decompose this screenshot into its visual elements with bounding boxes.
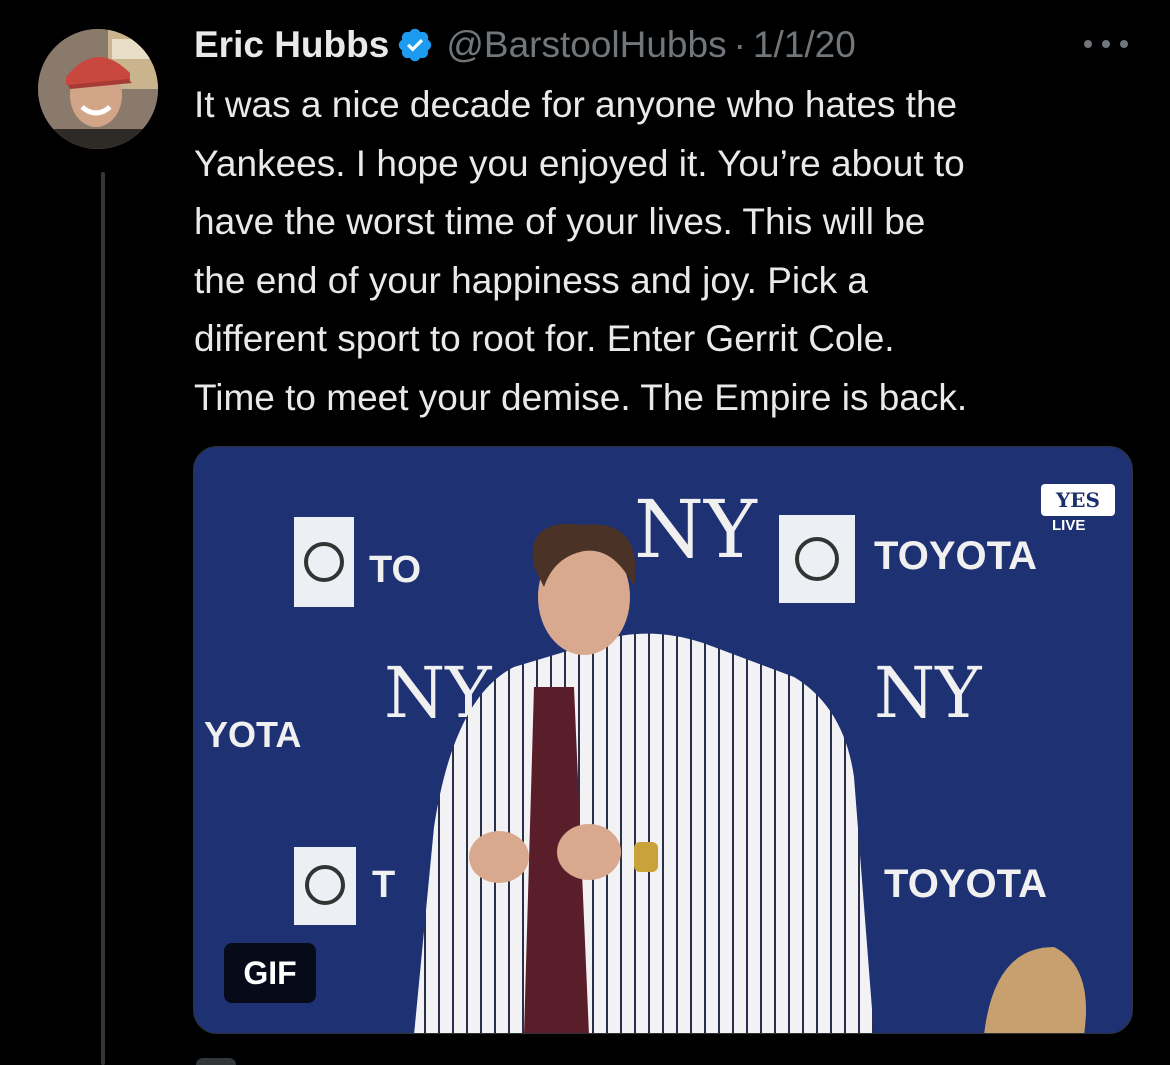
- action-bar-hint: [196, 1058, 236, 1065]
- more-icon[interactable]: [1084, 36, 1128, 52]
- tweet-text-line: different sport to root for. Enter Gerri…: [194, 318, 895, 359]
- gif-media[interactable]: TO TOYOTA YOTA TOYOTA T NY NY NY YES LIV…: [193, 446, 1133, 1034]
- team-logo-icon: NY: [874, 652, 982, 734]
- display-name[interactable]: Eric Hubbs: [194, 24, 389, 66]
- gif-frame: TO TOYOTA YOTA TOYOTA T NY NY NY: [194, 447, 1132, 1033]
- backdrop-sponsor-text: TO: [369, 549, 421, 591]
- tweet-header: Eric Hubbs @BarstoolHubbs · 1/1/20: [194, 21, 856, 69]
- backdrop-sponsor-text: TOYOTA: [884, 862, 1047, 906]
- avatar[interactable]: [38, 29, 158, 149]
- tweet-text-line: have the worst time of your lives. This …: [194, 201, 926, 242]
- separator-dot: ·: [733, 24, 746, 65]
- live-indicator: LIVE: [1052, 517, 1086, 534]
- handle[interactable]: @BarstoolHubbs: [446, 24, 726, 66]
- backdrop-sponsor-text: TOYOTA: [874, 534, 1037, 578]
- backdrop-sponsor-text: T: [372, 864, 395, 906]
- tweet-text-line: the end of your happiness and joy. Pick …: [194, 259, 868, 301]
- tweet-text-line: Time to meet your demise. The Empire is …: [194, 376, 968, 418]
- gif-badge: GIF: [224, 943, 316, 1003]
- tweet-text-line: It was a nice decade for anyone who hate…: [194, 84, 958, 125]
- tweet-text: It was a nice decade for anyone who hate…: [194, 76, 1154, 427]
- broadcaster-logo: YES: [1041, 484, 1115, 516]
- verified-badge-icon: [399, 28, 432, 62]
- thread-line: [101, 172, 105, 1065]
- tweet-date[interactable]: 1/1/20: [753, 24, 856, 66]
- team-logo-icon: NY: [634, 483, 758, 576]
- backdrop-sponsor-text: YOTA: [204, 714, 301, 755]
- tweet-text-line: Yankees. I hope you enjoyed it. You’re a…: [194, 142, 965, 184]
